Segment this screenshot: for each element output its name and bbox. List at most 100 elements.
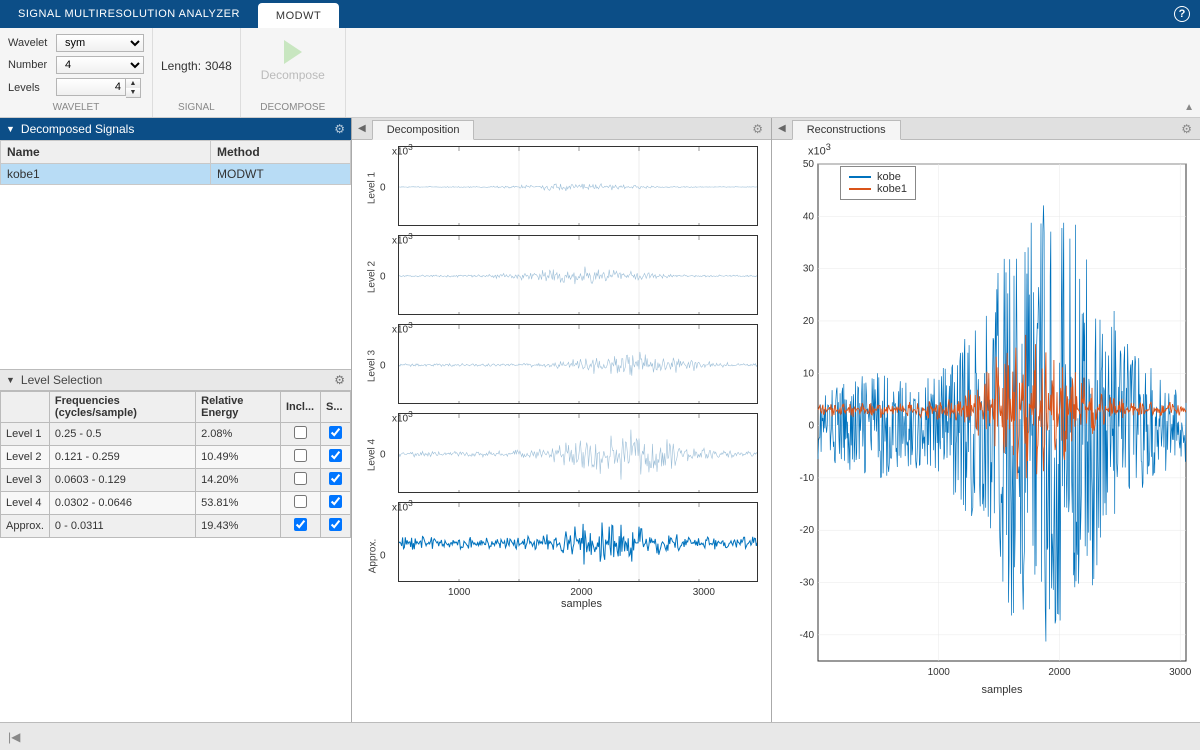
chevron-down-icon: ▼ [6, 124, 15, 134]
include-checkbox[interactable] [294, 472, 307, 485]
wavelet-group-label: WAVELET [8, 100, 144, 113]
decomposed-signals-header[interactable]: ▼ Decomposed Signals ⚙ [0, 118, 351, 140]
gear-icon[interactable]: ⚙ [1173, 122, 1200, 136]
cell-level: Level 1 [1, 423, 50, 446]
col-blank [1, 392, 50, 423]
legend-label: kobe1 [877, 183, 907, 195]
help-icon[interactable]: ? [1174, 6, 1190, 22]
col-name[interactable]: Name [1, 141, 211, 164]
svg-text:samples: samples [982, 684, 1023, 696]
legend-swatch [849, 176, 871, 178]
table-row[interactable]: kobe1 MODWT [1, 164, 351, 185]
table-row[interactable]: Level 2 0.121 - 0.259 10.49% [1, 446, 351, 469]
decomposition-chart[interactable] [398, 324, 758, 404]
table-row[interactable]: Level 3 0.0603 - 0.129 14.20% [1, 469, 351, 492]
cell-level: Approx. [1, 515, 50, 538]
legend-item-kobe[interactable]: kobe [849, 171, 907, 183]
wavelet-select[interactable]: sym [56, 34, 144, 52]
decomposition-chart[interactable] [398, 502, 758, 582]
svg-text:50: 50 [803, 159, 815, 170]
include-checkbox[interactable] [294, 495, 307, 508]
app-title-tab[interactable]: SIGNAL MULTIRESOLUTION ANALYZER [0, 0, 258, 28]
mini-plot-level4: Level 4 x103 0 [358, 413, 765, 496]
show-checkbox[interactable] [329, 472, 342, 485]
include-checkbox[interactable] [294, 426, 307, 439]
collapse-toolstrip-button[interactable]: ▲ [1184, 102, 1194, 113]
show-checkbox[interactable] [329, 449, 342, 462]
svg-text:-10: -10 [800, 473, 815, 484]
number-select[interactable]: 4 [56, 56, 144, 74]
cell-freq: 0.121 - 0.259 [49, 446, 195, 469]
y-tick-zero: 0 [380, 271, 386, 282]
col-freq[interactable]: Frequencies (cycles/sample) [49, 392, 195, 423]
title-bar: SIGNAL MULTIRESOLUTION ANALYZER MODWT ? [0, 0, 1200, 28]
cell-freq: 0.0302 - 0.0646 [49, 492, 195, 515]
decomposition-chart[interactable] [398, 146, 758, 226]
legend-item-kobe1[interactable]: kobe1 [849, 183, 907, 195]
col-method[interactable]: Method [211, 141, 351, 164]
cell-show [321, 423, 351, 446]
include-checkbox[interactable] [294, 518, 307, 531]
cell-show [321, 469, 351, 492]
legend-swatch [849, 188, 871, 190]
decomposition-chart[interactable] [398, 235, 758, 315]
gear-icon[interactable]: ⚙ [334, 373, 345, 387]
chevron-left-icon[interactable]: ◀ [772, 123, 792, 134]
decomposition-plot-area: Level 1 x103 0 Level 2 x103 0 Level 3 x1… [352, 140, 771, 722]
table-row[interactable]: Level 1 0.25 - 0.5 2.08% [1, 423, 351, 446]
cell-show [321, 515, 351, 538]
reconstructions-chart[interactable]: 50403020100-10-20-30-40100020003000 samp… [778, 146, 1192, 701]
levels-up-button[interactable]: ▲ [126, 79, 140, 88]
axis-exponent: x103 [392, 498, 413, 513]
svg-text:3000: 3000 [1169, 667, 1192, 678]
axis-exponent: x103 [392, 409, 413, 424]
table-header-row: Frequencies (cycles/sample) Relative Ene… [1, 392, 351, 423]
cell-show [321, 492, 351, 515]
status-bar: |◀ [0, 722, 1200, 750]
col-show[interactable]: S... [321, 392, 351, 423]
chevron-down-icon: ▼ [6, 375, 15, 385]
axis-exponent: x103 [392, 320, 413, 335]
tab-reconstructions[interactable]: Reconstructions [792, 120, 901, 140]
decompose-group: Decompose DECOMPOSE [241, 28, 346, 117]
y-tick-zero: 0 [380, 449, 386, 460]
legend[interactable]: kobe kobe1 [840, 166, 916, 200]
col-energy[interactable]: Relative Energy [196, 392, 281, 423]
signal-group: Length: 3048 SIGNAL [153, 28, 241, 117]
axis-exponent: x103 [808, 142, 831, 158]
col-include[interactable]: Incl... [281, 392, 321, 423]
cell-method: MODWT [211, 164, 351, 185]
show-checkbox[interactable] [329, 518, 342, 531]
decompose-button[interactable]: Decompose [249, 32, 337, 90]
include-checkbox[interactable] [294, 449, 307, 462]
table-header-row: Name Method [1, 141, 351, 164]
modwt-tab[interactable]: MODWT [258, 3, 339, 28]
y-axis-label: Level 2 [367, 260, 378, 292]
table-row[interactable]: Approx. 0 - 0.0311 19.43% [1, 515, 351, 538]
tab-decomposition[interactable]: Decomposition [372, 120, 475, 140]
decompose-label: Decompose [261, 68, 325, 82]
show-checkbox[interactable] [329, 426, 342, 439]
chevron-left-icon[interactable]: ◀ [352, 123, 372, 134]
table-row[interactable]: Level 4 0.0302 - 0.0646 53.81% [1, 492, 351, 515]
mini-plot-level2: Level 2 x103 0 [358, 235, 765, 318]
level-selection-header[interactable]: ▼ Level Selection ⚙ [0, 369, 351, 391]
rewind-icon[interactable]: |◀ [8, 730, 20, 744]
levels-down-button[interactable]: ▼ [126, 88, 140, 97]
cell-include [281, 515, 321, 538]
toolstrip: Wavelet sym Number 4 Levels ▲ ▼ WAVELET … [0, 28, 1200, 118]
y-axis-label: Level 4 [367, 438, 378, 470]
level-selection-table: Frequencies (cycles/sample) Relative Ene… [0, 391, 351, 538]
legend-label: kobe [877, 171, 901, 183]
cell-include [281, 492, 321, 515]
svg-text:0: 0 [808, 421, 814, 432]
decomposition-tabstrip: ◀ Decomposition ⚙ [352, 118, 771, 140]
gear-icon[interactable]: ⚙ [334, 122, 345, 136]
wavelet-group: Wavelet sym Number 4 Levels ▲ ▼ WAVELET [0, 28, 153, 117]
cell-energy: 19.43% [196, 515, 281, 538]
svg-text:-40: -40 [800, 630, 815, 641]
show-checkbox[interactable] [329, 495, 342, 508]
levels-input[interactable] [56, 78, 126, 96]
decomposition-chart[interactable] [398, 413, 758, 493]
gear-icon[interactable]: ⚙ [744, 122, 771, 136]
